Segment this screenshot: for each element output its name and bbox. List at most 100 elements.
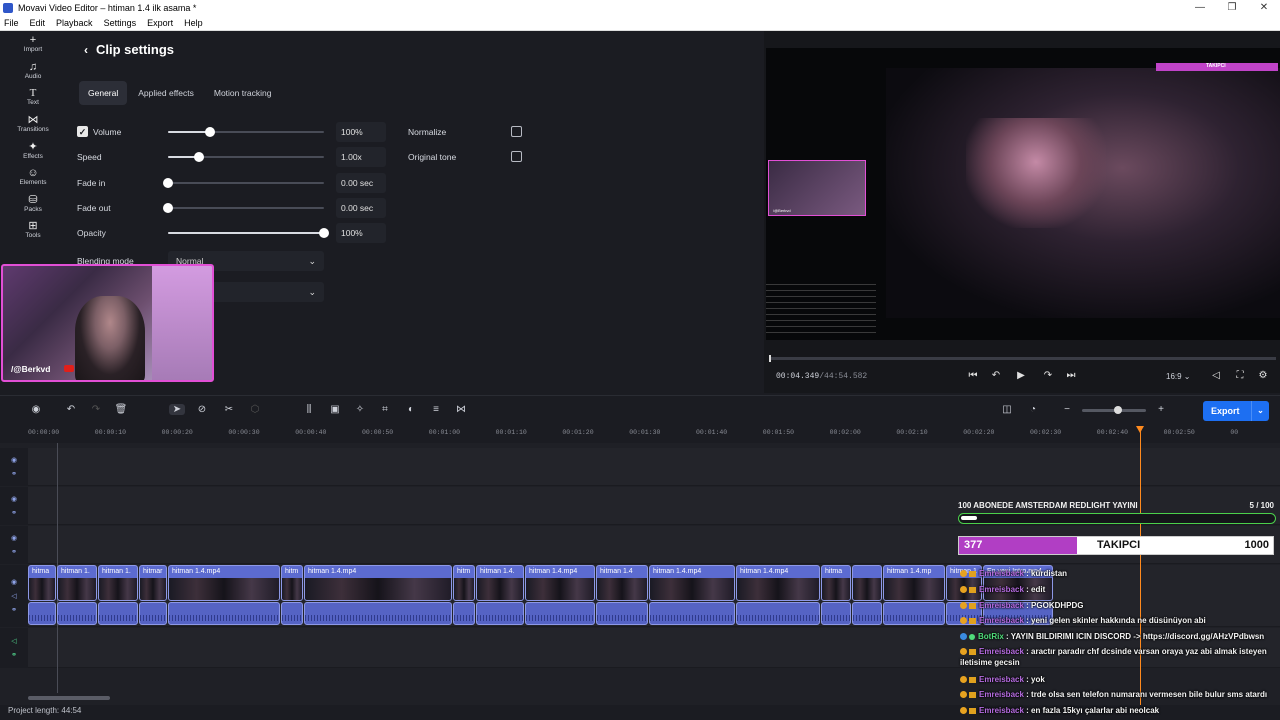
gear-icon[interactable]: ⚙	[1255, 370, 1271, 381]
sidebar-item-audio[interactable]: ♫ Audio	[0, 58, 66, 85]
opacity-value[interactable]: 100%	[336, 223, 386, 243]
video-clip[interactable]: hitmar	[139, 565, 167, 601]
sidebar-item-text[interactable]: T Text	[0, 84, 66, 111]
select-tool-icon[interactable]: ➤	[169, 404, 185, 415]
video-clip[interactable]: hitm	[281, 565, 303, 601]
audio-clip[interactable]	[57, 602, 97, 625]
fade-out-slider-handle[interactable]	[163, 203, 173, 213]
link-icon[interactable]: ⚭	[11, 470, 17, 478]
timeline-scrollbar[interactable]	[28, 696, 110, 700]
record-icon[interactable]: ◉	[28, 404, 44, 415]
sidebar-item-transitions[interactable]: ⋈ Transitions	[0, 111, 66, 138]
audio-clip[interactable]	[649, 602, 735, 625]
speed-value[interactable]: 1.00x	[336, 147, 386, 167]
audio-clip[interactable]	[883, 602, 945, 625]
audio-clip[interactable]	[139, 602, 167, 625]
rewind-icon[interactable]: ↶	[988, 370, 1004, 381]
motion-icon[interactable]: ⋈	[453, 404, 469, 415]
opacity-slider-handle[interactable]	[319, 228, 329, 238]
fullscreen-icon[interactable]: ⛶	[1232, 370, 1248, 381]
eye-icon[interactable]: ◉	[11, 456, 17, 464]
video-clip[interactable]: hitman 1.4.mp4	[304, 565, 452, 601]
video-clip[interactable]: hitma	[821, 565, 851, 601]
menu-playback[interactable]: Playback	[56, 18, 93, 28]
adjust-icon[interactable]: ≡	[428, 404, 444, 415]
link-icon[interactable]: ⚭	[11, 651, 17, 659]
speed-slider[interactable]	[168, 152, 324, 162]
zoom-slider-handle[interactable]	[1114, 406, 1122, 414]
playhead-marker[interactable]	[1136, 426, 1144, 433]
audio-clip[interactable]	[281, 602, 303, 625]
zoom-in-icon[interactable]: +	[1153, 404, 1169, 415]
fade-in-slider-handle[interactable]	[163, 178, 173, 188]
original-tone-checkbox[interactable]	[511, 151, 522, 162]
video-clip[interactable]: hitm	[453, 565, 475, 601]
sidebar-item-elements[interactable]: ☺ Elements	[0, 164, 66, 191]
eye-icon[interactable]: ◉	[11, 578, 17, 586]
menu-help[interactable]: Help	[184, 18, 203, 28]
tab-motion-tracking[interactable]: Motion tracking	[205, 81, 281, 105]
back-arrow-icon[interactable]: ‹	[84, 43, 88, 57]
audio-clip[interactable]	[168, 602, 280, 625]
play-icon[interactable]: ▶	[1013, 370, 1029, 381]
cut-icon[interactable]: ✂	[221, 404, 237, 415]
preview-scrubber[interactable]	[769, 355, 1276, 362]
volume-icon[interactable]: ◁	[1208, 370, 1224, 381]
video-clip[interactable]: hitman 1.	[98, 565, 138, 601]
video-clip[interactable]: hitman 1.4.	[476, 565, 524, 601]
scrubber-handle[interactable]	[769, 355, 771, 362]
split-audio-icon[interactable]: ⫼	[301, 404, 317, 415]
video-clip[interactable]	[852, 565, 882, 601]
menu-settings[interactable]: Settings	[104, 18, 137, 28]
video-clip[interactable]: hitman 1.4.mp4	[736, 565, 820, 601]
trash-icon[interactable]: 🗑	[113, 404, 129, 415]
undo-icon[interactable]: ↶	[63, 404, 79, 415]
video-preview[interactable]: /@Berkvd TAKIPCI	[766, 48, 1280, 340]
snap-icon[interactable]: ◔	[1025, 404, 1041, 415]
skip-back-icon[interactable]: ⏮	[965, 370, 981, 381]
volume-slider-handle[interactable]	[205, 127, 216, 137]
video-clip[interactable]: hitman 1.4.mp4	[649, 565, 735, 601]
forward-icon[interactable]: ↷	[1040, 370, 1056, 381]
normalize-checkbox[interactable]	[511, 126, 522, 137]
tab-general[interactable]: General	[79, 81, 128, 105]
opacity-slider[interactable]	[168, 228, 329, 238]
eye-icon[interactable]: ◉	[11, 495, 17, 503]
marker-icon[interactable]: ⬡	[247, 404, 263, 415]
audio-clip[interactable]	[453, 602, 475, 625]
speaker-icon[interactable]: ◁	[11, 637, 16, 645]
fade-out-slider[interactable]	[163, 203, 324, 213]
sidebar-item-effects[interactable]: ✦ Effects	[0, 137, 66, 164]
crop-icon[interactable]: ⌗	[377, 404, 393, 415]
sidebar-item-import[interactable]: + Import	[0, 31, 66, 58]
video-clip[interactable]: hitman 1.4.mp4	[525, 565, 595, 601]
fade-in-slider[interactable]	[163, 178, 324, 188]
audio-clip[interactable]	[98, 602, 138, 625]
auto-enhance-icon[interactable]: ✧	[352, 404, 368, 415]
video-clip[interactable]: hitman 1.	[57, 565, 97, 601]
redo-icon[interactable]: ↷	[88, 404, 104, 415]
video-clip[interactable]: hitman 1.4.mp	[883, 565, 945, 601]
blade-off-icon[interactable]: ⊘	[194, 404, 210, 415]
skip-forward-icon[interactable]: ⏭	[1063, 370, 1079, 381]
audio-clip[interactable]	[525, 602, 595, 625]
video-clip[interactable]: hitman 1.4	[596, 565, 648, 601]
audio-clip[interactable]	[821, 602, 851, 625]
link-icon[interactable]: ⚭	[11, 509, 17, 517]
stabilize-icon[interactable]: ▣	[327, 404, 343, 415]
audio-clip[interactable]	[852, 602, 882, 625]
video-clip[interactable]: hitman 1.4.mp4	[168, 565, 280, 601]
close-button[interactable]: ✕	[1248, 0, 1280, 16]
sidebar-item-packs[interactable]: ⛁ Packs	[0, 191, 66, 218]
audio-clip[interactable]	[28, 602, 56, 625]
audio-clip[interactable]	[736, 602, 820, 625]
video-clip[interactable]: hitma	[28, 565, 56, 601]
volume-value[interactable]: 100%	[336, 122, 386, 142]
sidebar-item-tools[interactable]: ⊞ Tools	[0, 217, 66, 244]
speaker-icon[interactable]: ◁	[11, 592, 16, 600]
link-icon[interactable]: ⚭	[11, 548, 17, 556]
chevron-down-icon[interactable]: ⌄	[1251, 401, 1269, 421]
color-icon[interactable]: ◐	[403, 404, 419, 415]
audio-sync-icon[interactable]: ◫	[999, 404, 1015, 415]
link-icon[interactable]: ⚭	[11, 606, 17, 614]
